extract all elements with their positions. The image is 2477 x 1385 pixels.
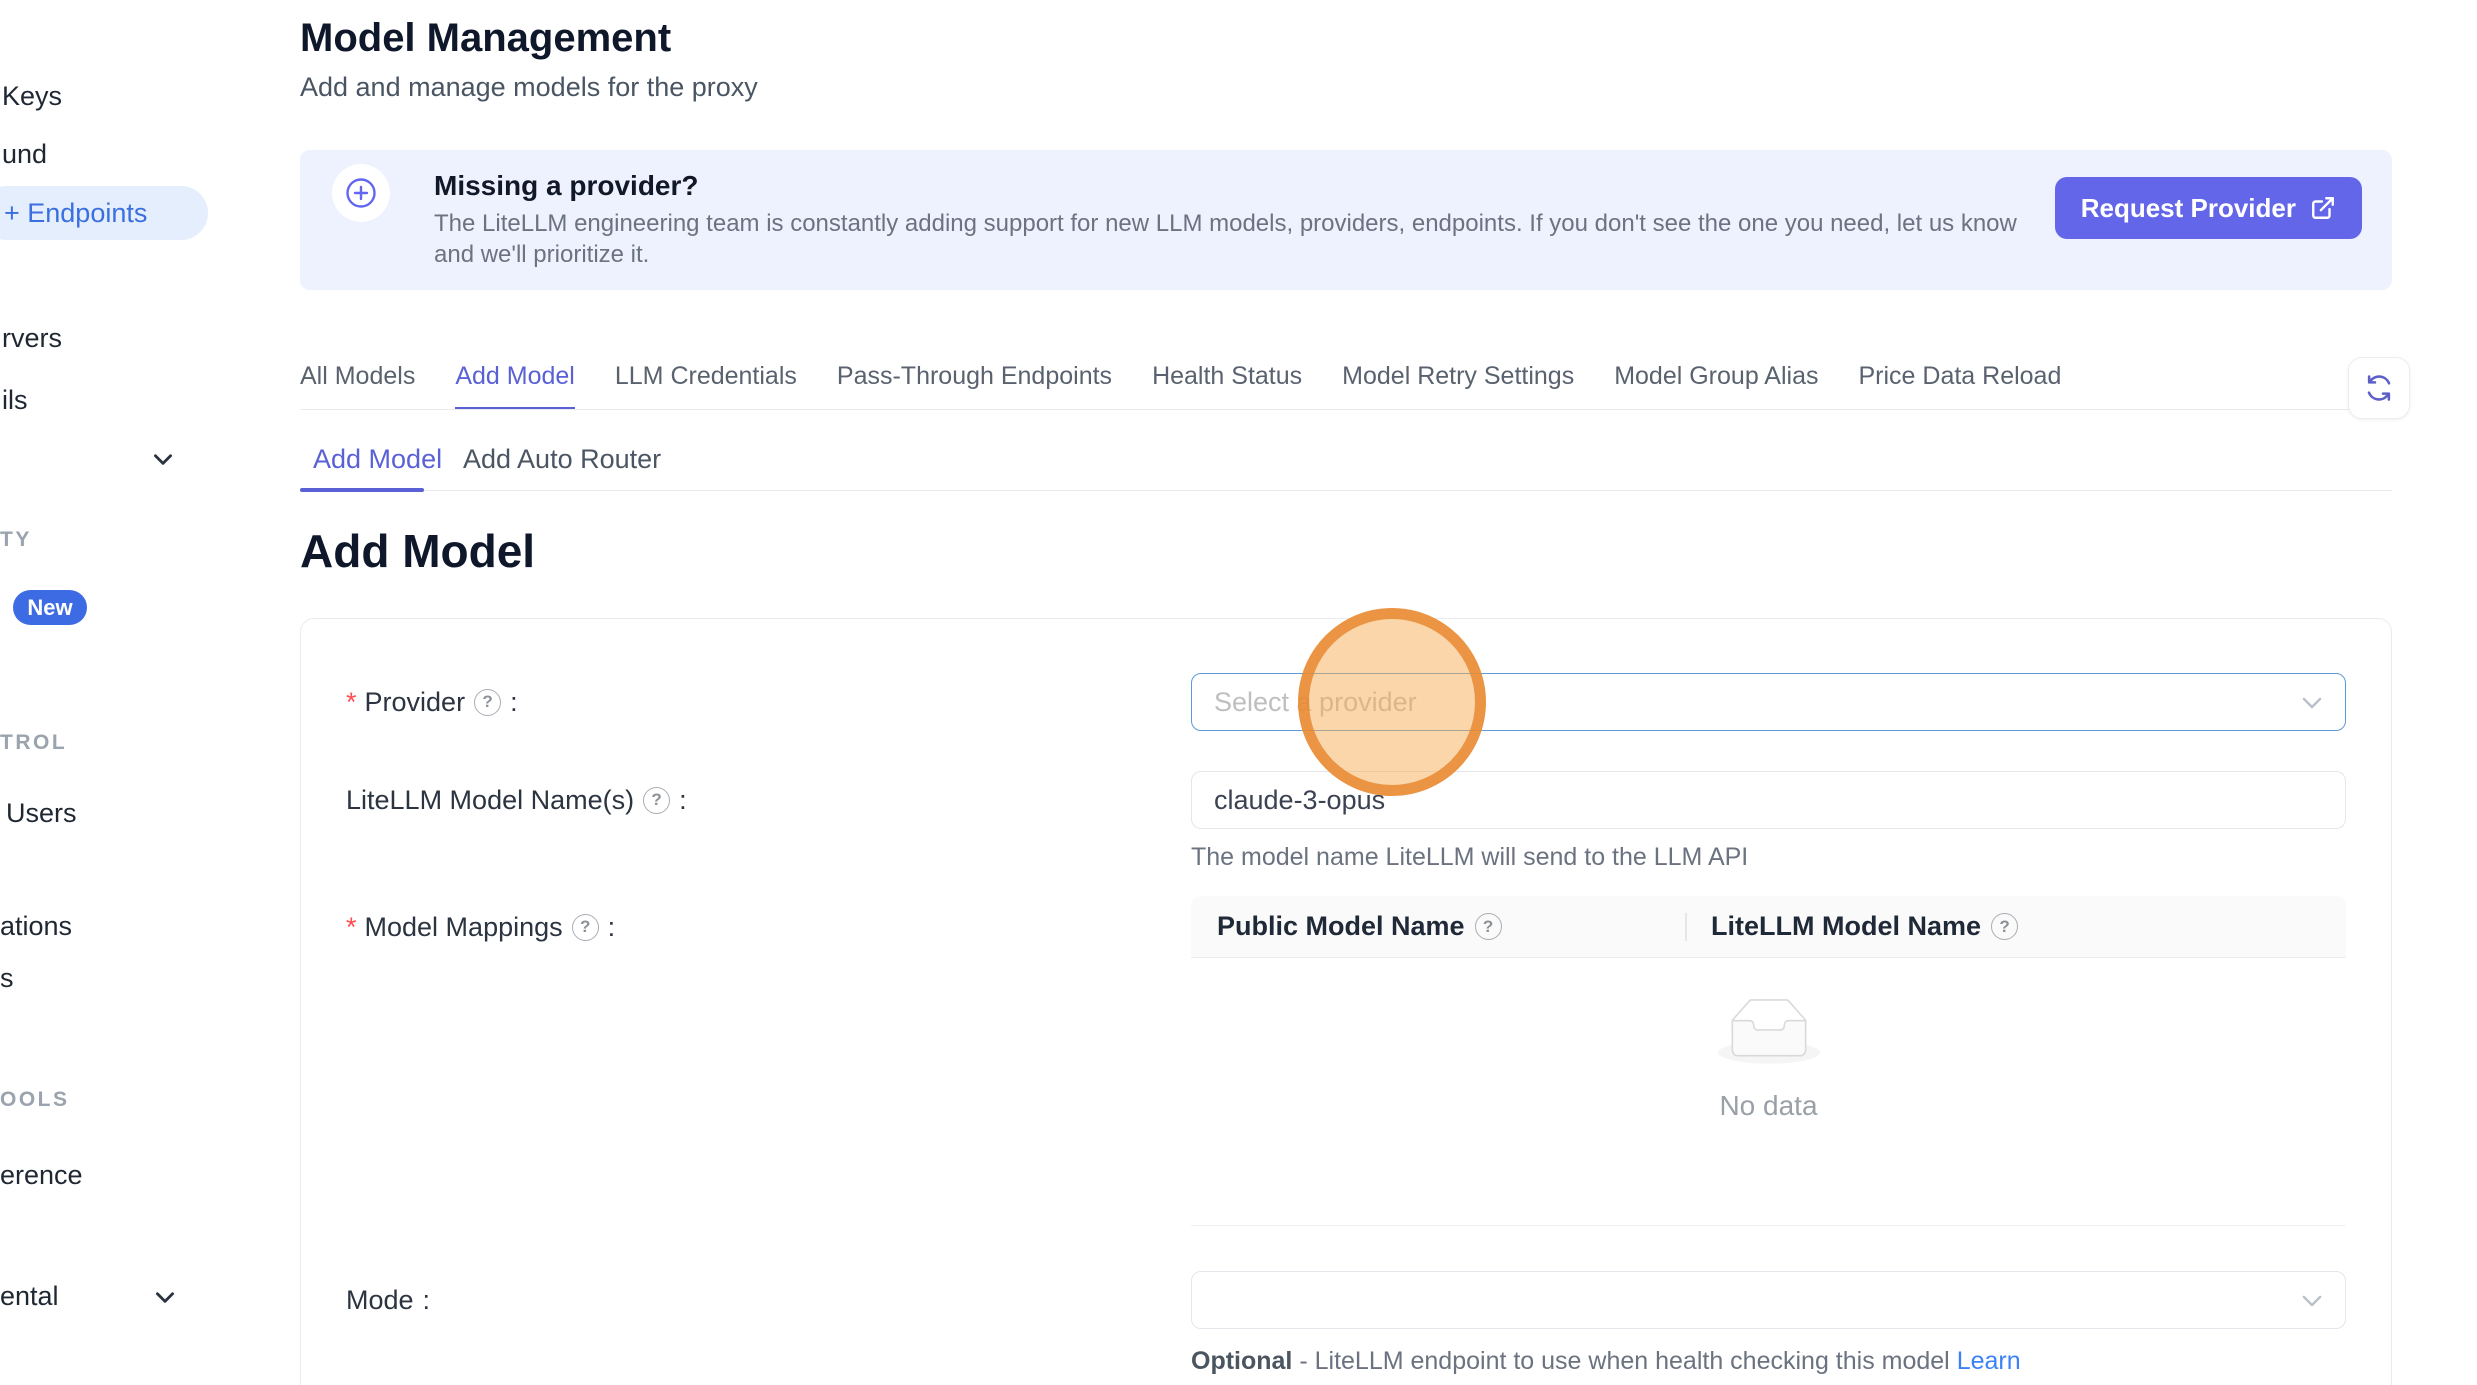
- subtabs-divider: [300, 490, 2392, 491]
- sidebar-item-playground[interactable]: und: [2, 139, 47, 170]
- model-name-input[interactable]: [1192, 772, 2345, 828]
- new-badge: New: [13, 590, 87, 625]
- sidebar-section-label: OOLS: [0, 1088, 70, 1112]
- tabs-divider: [300, 409, 2393, 410]
- chevron-down-icon: [2299, 690, 2325, 716]
- sidebar-item-passthrough-endpoints[interactable]: + Endpoints: [0, 186, 208, 240]
- provider-select[interactable]: Select a provider: [1191, 673, 2346, 731]
- no-data-text: No data: [1719, 1090, 1817, 1122]
- tab-model-retry-settings[interactable]: Model Retry Settings: [1342, 362, 1574, 410]
- request-provider-button[interactable]: Request Provider: [2055, 177, 2362, 239]
- provider-placeholder: Select a provider: [1214, 687, 1417, 718]
- header-divider: [1685, 913, 1687, 941]
- table-header: Public Model Name ? LiteLLM Model Name ?: [1191, 896, 2346, 958]
- mode-label-text: Mode: [346, 1285, 414, 1316]
- tab-health-status[interactable]: Health Status: [1152, 362, 1302, 410]
- tab-add-model[interactable]: Add Model: [455, 362, 575, 410]
- sidebar-item-label: + Endpoints: [4, 198, 147, 229]
- required-mark: *: [346, 912, 357, 943]
- tab-all-models[interactable]: All Models: [300, 362, 415, 410]
- mode-label: Mode :: [346, 1271, 430, 1329]
- provider-label-text: Provider: [365, 687, 466, 718]
- subtab-active-indicator: [300, 488, 424, 492]
- provider-label: * Provider ? :: [346, 673, 518, 731]
- refresh-button[interactable]: [2348, 357, 2410, 419]
- column-header-litellm-model-name: LiteLLM Model Name ?: [1685, 896, 2346, 957]
- banner-title: Missing a provider?: [434, 170, 699, 202]
- learn-more-link[interactable]: Learn: [1957, 1347, 2021, 1375]
- subtab-add-model[interactable]: Add Model: [313, 444, 442, 475]
- table-empty-state: No data: [1191, 958, 2346, 1226]
- empty-inbox-icon: [1718, 998, 1820, 1064]
- tab-llm-credentials[interactable]: LLM Credentials: [615, 362, 797, 410]
- missing-provider-banner: Missing a provider? The LiteLLM engineer…: [300, 150, 2392, 290]
- plus-circle-icon: [332, 164, 390, 222]
- sidebar-item-inference[interactable]: erence: [0, 1160, 83, 1191]
- column-label: LiteLLM Model Name: [1711, 911, 1981, 942]
- sidebar-item-organizations[interactable]: ations: [0, 911, 72, 942]
- tab-price-data-reload[interactable]: Price Data Reload: [1858, 362, 2061, 410]
- sidebar-item-users[interactable]: Users: [6, 798, 77, 829]
- help-icon[interactable]: ?: [1475, 913, 1502, 940]
- sidebar-item-servers[interactable]: rvers: [2, 323, 62, 354]
- model-name-field-wrap: [1191, 771, 2346, 829]
- column-header-public-model-name: Public Model Name ?: [1191, 896, 1685, 957]
- mode-helper-optional: Optional: [1191, 1347, 1292, 1375]
- sidebar-item-details[interactable]: ils: [2, 385, 28, 416]
- label-colon: :: [608, 912, 616, 943]
- page-title: Model Management: [300, 16, 671, 61]
- tab-model-group-alias[interactable]: Model Group Alias: [1614, 362, 1818, 410]
- chevron-down-icon: [2299, 1288, 2325, 1314]
- mode-helper: Optional - LiteLLM endpoint to use when …: [1191, 1347, 2021, 1376]
- model-management-page: Keys und + Endpoints rvers ils TY New TR…: [0, 0, 2477, 1385]
- external-link-icon: [2310, 195, 2336, 221]
- sidebar-section-label: TY: [0, 528, 32, 552]
- help-icon[interactable]: ?: [1991, 913, 2018, 940]
- help-icon[interactable]: ?: [474, 689, 501, 716]
- model-mappings-table: Public Model Name ? LiteLLM Model Name ?: [1191, 896, 2346, 1226]
- sidebar-section-label: TROL: [0, 731, 67, 755]
- label-colon: :: [423, 1285, 431, 1316]
- model-mappings-label: * Model Mappings ? :: [346, 898, 615, 956]
- model-name-label: LiteLLM Model Name(s) ? :: [346, 771, 687, 829]
- tab-pass-through-endpoints[interactable]: Pass-Through Endpoints: [837, 362, 1112, 410]
- model-name-label-text: LiteLLM Model Name(s): [346, 785, 634, 816]
- sidebar-item-experimental[interactable]: ental: [0, 1281, 59, 1312]
- mode-select[interactable]: [1191, 1271, 2346, 1329]
- label-colon: :: [679, 785, 687, 816]
- chevron-down-icon[interactable]: [150, 446, 176, 472]
- subtab-add-auto-router[interactable]: Add Auto Router: [463, 444, 661, 475]
- mode-helper-text: - LiteLLM endpoint to use when health ch…: [1292, 1347, 1956, 1375]
- label-colon: :: [510, 687, 518, 718]
- required-mark: *: [346, 687, 357, 718]
- page-subtitle: Add and manage models for the proxy: [300, 72, 758, 103]
- sidebar-item-keys[interactable]: Keys: [2, 81, 62, 112]
- column-label: Public Model Name: [1217, 911, 1465, 942]
- chevron-down-icon[interactable]: [152, 1284, 178, 1310]
- banner-body: The LiteLLM engineering team is constant…: [434, 208, 2054, 270]
- model-mappings-label-text: Model Mappings: [365, 912, 563, 943]
- help-icon[interactable]: ?: [643, 787, 670, 814]
- model-tabs: All Models Add Model LLM Credentials Pas…: [300, 362, 2061, 410]
- sync-icon: [2363, 372, 2395, 404]
- sidebar-item-teams[interactable]: s: [0, 963, 14, 994]
- request-provider-label: Request Provider: [2081, 193, 2296, 224]
- help-icon[interactable]: ?: [572, 914, 599, 941]
- model-name-helper: The model name LiteLLM will send to the …: [1191, 843, 1748, 872]
- add-model-heading: Add Model: [300, 524, 535, 578]
- add-model-form-card: * Provider ? : Select a provider LiteLLM…: [300, 618, 2392, 1385]
